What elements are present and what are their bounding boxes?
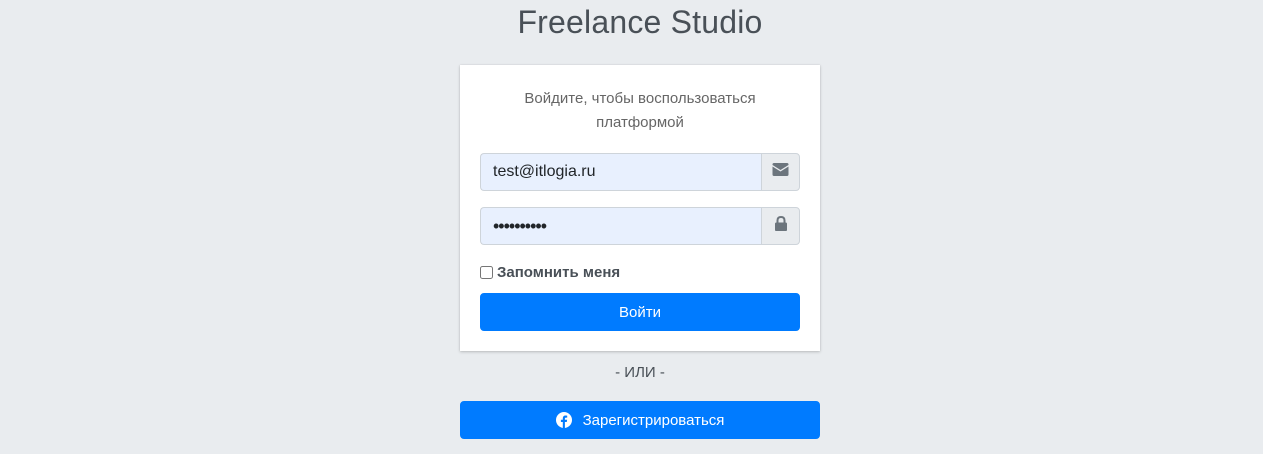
login-page: Freelance Studio Войдите, чтобы воспольз… [0,0,1263,454]
email-input[interactable] [480,153,761,191]
password-input-group [480,207,800,245]
register-label: Зарегистрироваться [582,411,725,429]
login-card: Войдите, чтобы воспользоваться платформо… [460,65,820,351]
envelope-icon [772,163,789,181]
app-title: Freelance Studio [517,4,763,40]
email-addon [761,153,800,191]
password-addon [761,207,800,245]
email-input-group [480,153,800,191]
login-button[interactable]: Войти [480,293,800,331]
remember-label: Запомнить меня [497,264,621,281]
register-button[interactable]: Зарегистрироваться [460,401,820,439]
remember-me[interactable]: Запомнить меня [480,264,620,281]
or-divider: - ИЛИ - [615,364,665,381]
login-box-message: Войдите, чтобы воспользоваться платформо… [524,90,756,131]
lock-icon [774,215,787,236]
facebook-icon [555,412,572,428]
remember-checkbox[interactable] [480,266,493,279]
password-input[interactable] [480,207,761,245]
